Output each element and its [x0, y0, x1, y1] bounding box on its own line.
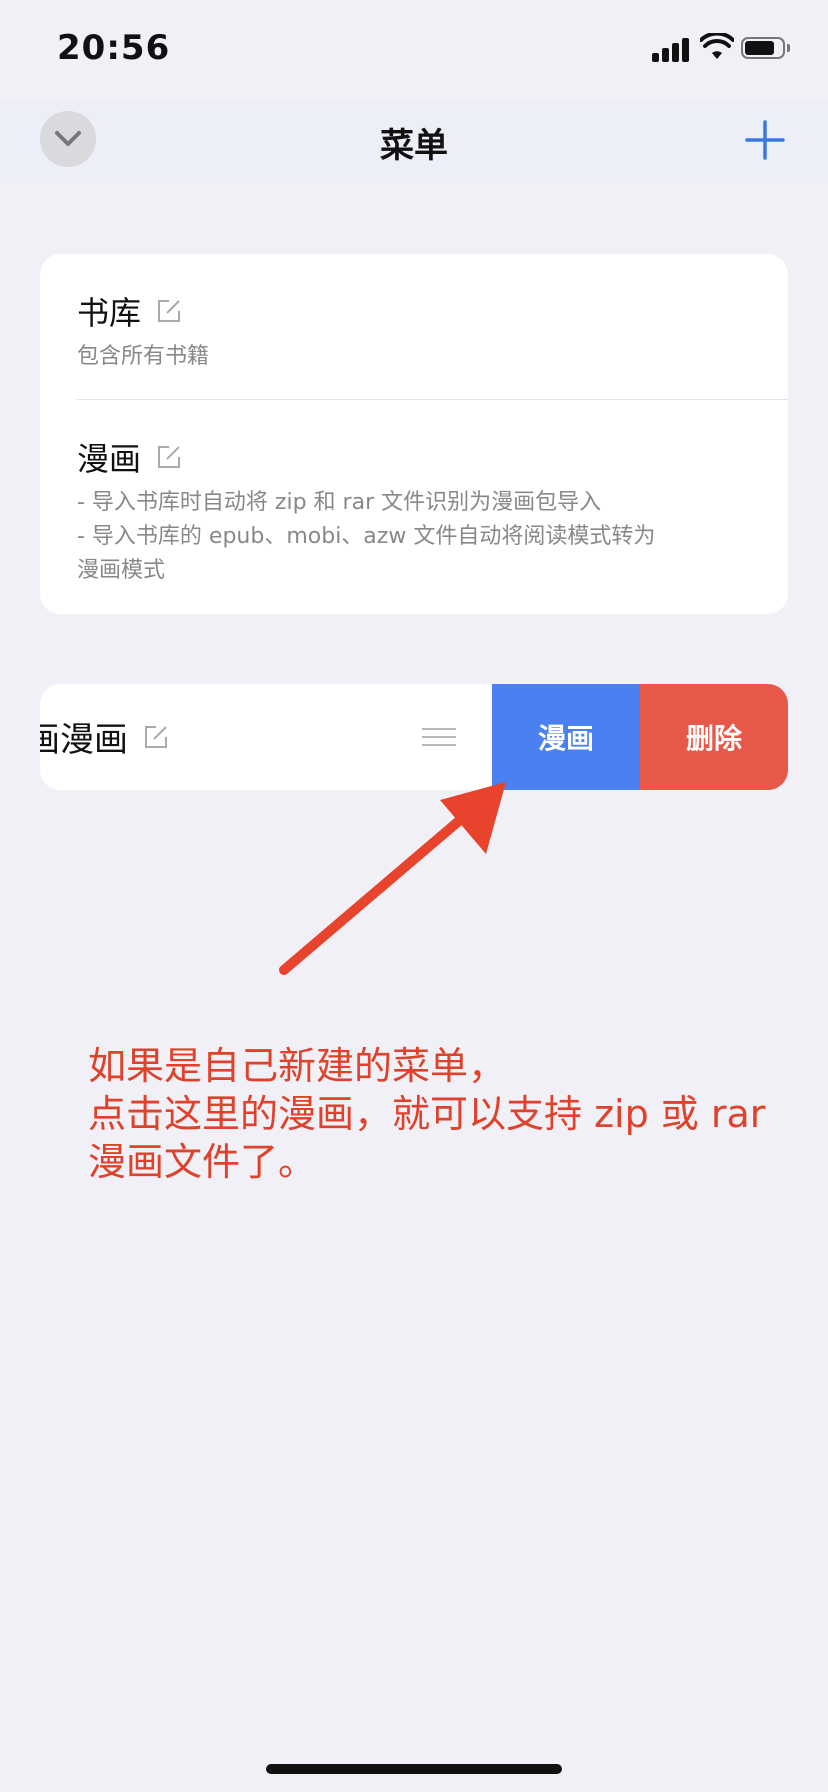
- status-bar: 20:56: [0, 0, 828, 100]
- menu-item-comic[interactable]: 漫画 - 导入书库时自动将 zip 和 rar 文件识别为漫画包导入 - 导入书…: [77, 434, 788, 588]
- menu-list-card: 书库 包含所有书籍 漫画 - 导入书库时自动将 zip 和 rar 文件识别为漫…: [40, 254, 788, 614]
- home-indicator[interactable]: [266, 1764, 562, 1774]
- menu-item-title: 书库: [77, 294, 142, 332]
- divider: [77, 399, 788, 400]
- edit-icon[interactable]: [142, 723, 170, 751]
- cellular-signal-icon: [652, 38, 692, 62]
- wifi-icon: [700, 33, 734, 59]
- menu-item-description: 包含所有书籍: [77, 344, 210, 369]
- annotation-arrow-icon: [279, 782, 506, 975]
- battery-icon: [741, 37, 791, 61]
- add-menu-button[interactable]: [745, 120, 785, 160]
- menu-item-description: - 导入书库时自动将 zip 和 rar 文件识别为漫画包导入 - 导入书库的 …: [77, 490, 656, 583]
- drag-handle-icon[interactable]: [422, 728, 456, 746]
- menu-item-library[interactable]: 书库 包含所有书籍: [77, 288, 788, 374]
- menu-item-title: 漫画: [77, 440, 142, 478]
- delete-action-button[interactable]: 删除: [640, 684, 788, 790]
- status-time: 20:56: [57, 28, 171, 68]
- page-title: 菜单: [380, 126, 448, 166]
- navigation-bar: 菜单: [0, 100, 828, 184]
- edit-icon[interactable]: [155, 297, 183, 325]
- edit-icon[interactable]: [155, 443, 183, 471]
- annotation-text: 如果是自己新建的菜单， 点击这里的漫画，就可以支持 zip 或 rar 漫画文件…: [88, 1044, 766, 1184]
- menu-item-title: 画漫画: [40, 720, 128, 760]
